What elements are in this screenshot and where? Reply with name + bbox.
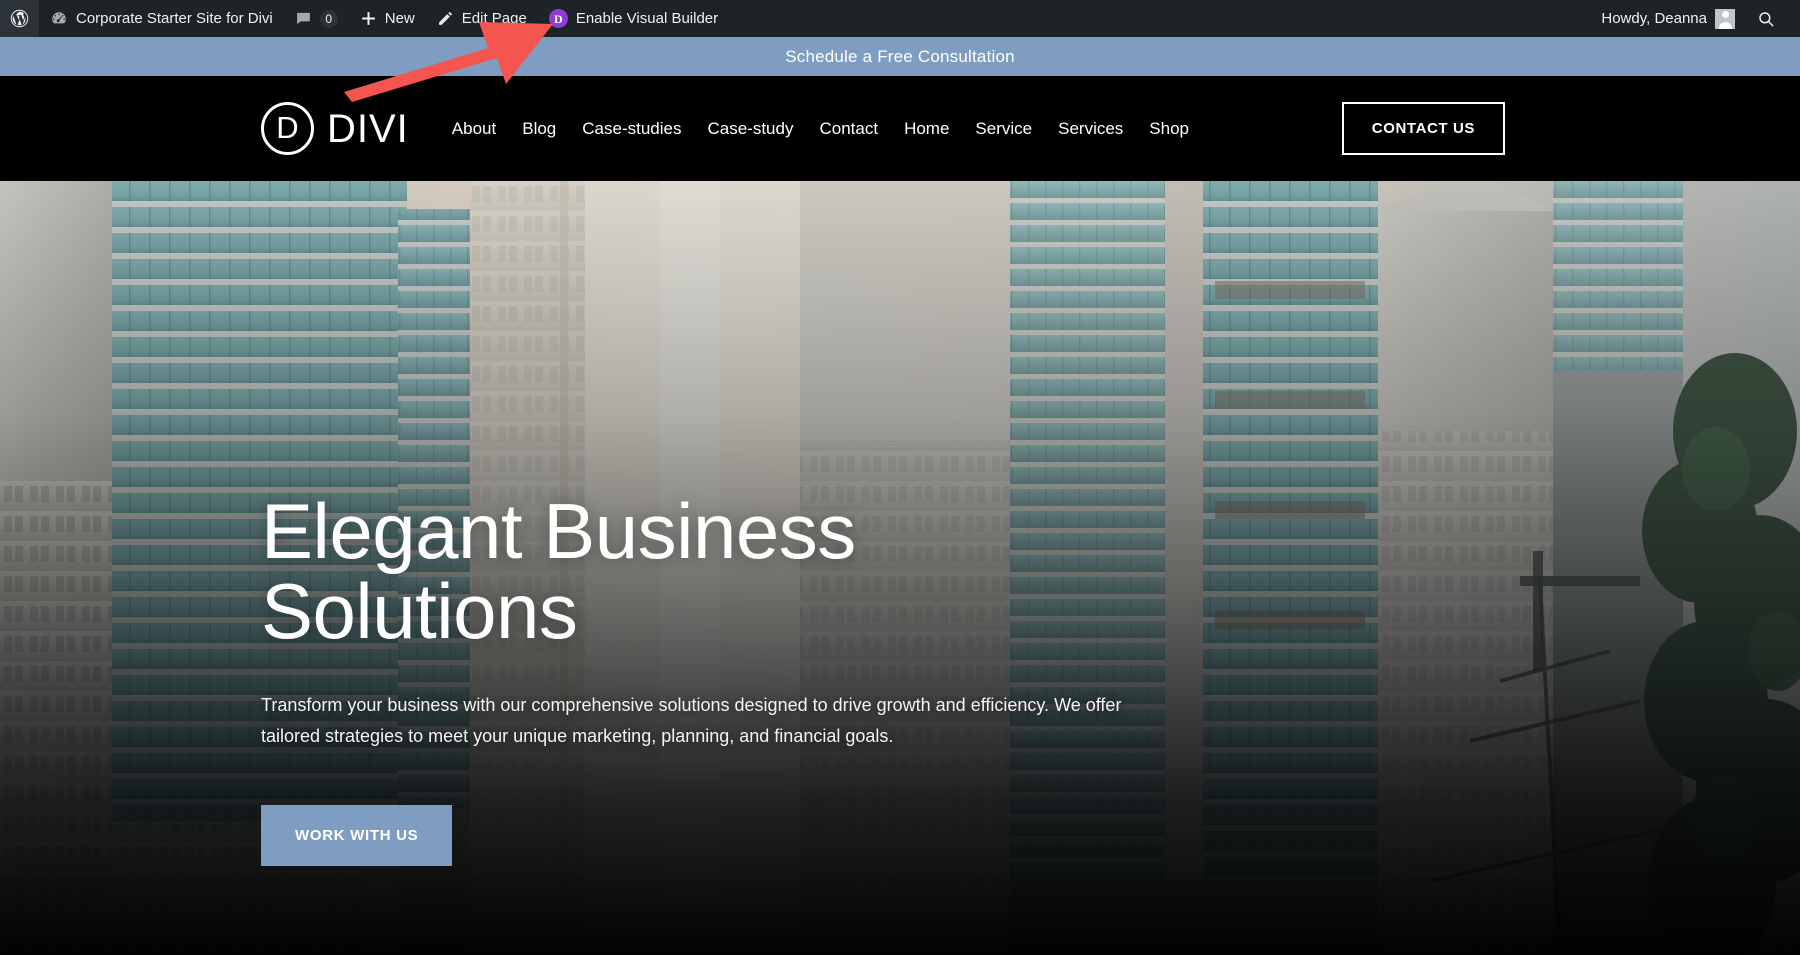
nav-item-blog[interactable]: Blog [509,113,569,145]
announcement-bar[interactable]: Schedule a Free Consultation [0,37,1800,76]
divi-logo-wordmark: DIVI [327,106,409,151]
hero-title-line-2: Solutions [261,567,578,656]
nav-item-case-studies[interactable]: Case-studies [569,113,694,145]
divi-logo-mark: D [261,102,314,155]
hero-content: Elegant Business Solutions Transform you… [261,491,1161,866]
nav-item-case-study[interactable]: Case-study [694,113,806,145]
site-name-label: Corporate Starter Site for Divi [76,10,273,27]
wp-admin-bar: Corporate Starter Site for Divi 0 New Ed… [0,0,1800,37]
nav-item-shop[interactable]: Shop [1136,113,1202,145]
nav-item-home[interactable]: Home [891,113,962,145]
announcement-text[interactable]: Schedule a Free Consultation [785,47,1015,67]
admin-bar-my-account[interactable]: Howdy, Deanna [1590,0,1746,37]
admin-bar-edit-page[interactable]: Edit Page [426,0,538,37]
avatar [1715,8,1735,29]
hero-subtitle: Transform your business with our compreh… [261,694,1122,747]
enable-visual-builder-label: Enable Visual Builder [575,10,719,27]
admin-bar-search[interactable] [1746,0,1786,37]
wordpress-icon [9,8,30,29]
site-logo[interactable]: D DIVI [261,102,409,155]
dashboard-icon [50,10,68,28]
nav-item-services[interactable]: Services [1045,113,1136,145]
wordpress-logo-menu[interactable] [0,0,39,37]
comment-count: 0 [319,9,338,28]
nav-item-service[interactable]: Service [962,113,1045,145]
work-with-us-button[interactable]: WORK WITH US [261,804,453,866]
admin-bar-site-name[interactable]: Corporate Starter Site for Divi [39,0,284,37]
edit-page-label: Edit Page [461,10,527,27]
admin-bar-enable-visual-builder[interactable]: D Enable Visual Builder [538,0,729,37]
contact-us-button[interactable]: CONTACT US [1341,102,1505,155]
site-header: D DIVI About Blog Case-studies Case-stud… [0,76,1800,181]
search-icon [1757,10,1775,28]
admin-bar-comments[interactable]: 0 [284,0,349,37]
hero-title: Elegant Business Solutions [261,491,1161,652]
comment-icon [295,10,312,27]
admin-bar-right-group: Howdy, Deanna [1590,0,1800,37]
admin-bar-left-group: Corporate Starter Site for Divi 0 New Ed… [0,0,729,37]
admin-bar-new-content[interactable]: New [349,0,426,37]
pencil-icon [437,10,454,27]
nav-item-about[interactable]: About [439,113,509,145]
primary-navigation: About Blog Case-studies Case-study Conta… [439,113,1202,145]
hero-section: Elegant Business Solutions Transform you… [0,181,1800,955]
plus-icon [360,10,377,27]
hero-title-line-1: Elegant Business [261,487,856,575]
nav-item-contact[interactable]: Contact [806,113,891,145]
howdy-label: Howdy, Deanna [1601,10,1707,27]
new-content-label: New [384,10,415,27]
divi-icon: D [548,9,568,28]
